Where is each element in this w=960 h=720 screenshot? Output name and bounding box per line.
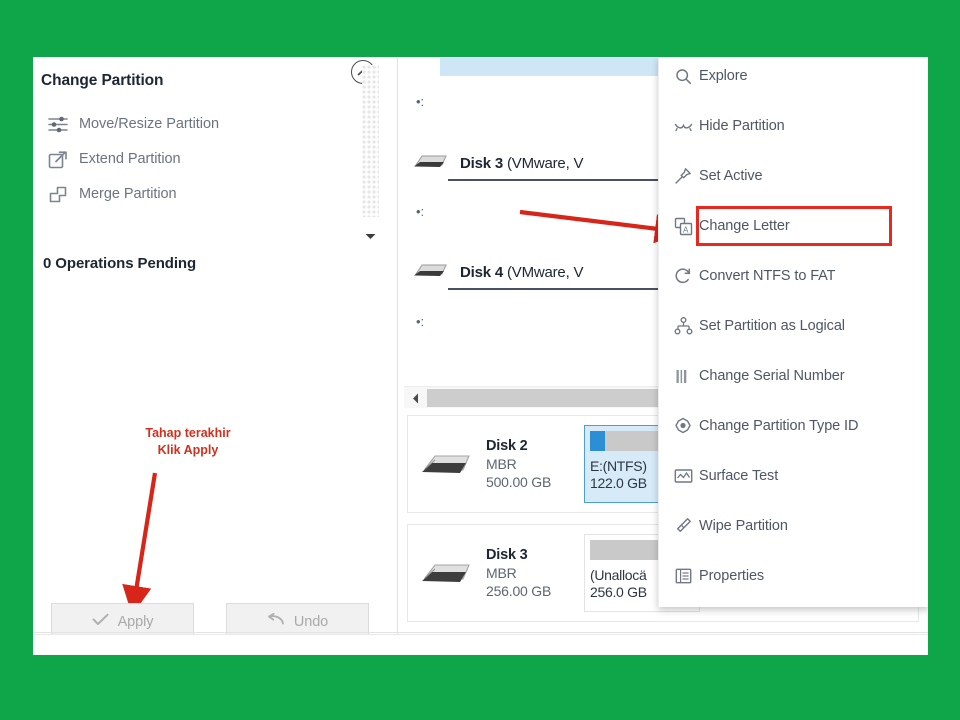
eraser-icon xyxy=(667,517,699,535)
chevron-down-icon[interactable] xyxy=(362,229,379,243)
disk-card-size: 500.00 GB xyxy=(486,474,552,490)
sidebar-scrollbar[interactable] xyxy=(362,65,379,217)
red-arrow-down-icon xyxy=(122,472,158,616)
menu-item-label: Convert NTFS to FAT xyxy=(699,268,836,284)
partition-context-menu: Explore Hide Partition Set Active A Chan… xyxy=(658,57,928,607)
menu-item-label: Hide Partition xyxy=(699,118,785,134)
disk-card-scheme: MBR xyxy=(486,565,517,581)
change-partition-section-header[interactable]: Change Partition xyxy=(41,66,386,96)
change-letter-icon: A xyxy=(667,217,699,236)
gear-badge-icon xyxy=(667,417,699,435)
svg-text:A: A xyxy=(683,225,689,234)
menu-item-surface-test[interactable]: Surface Test xyxy=(667,459,923,493)
sidebar-item-label: Extend Partition xyxy=(79,151,181,167)
menu-item-wipe-partition[interactable]: Wipe Partition xyxy=(667,509,923,543)
sidebar-item-label: Move/Resize Partition xyxy=(79,116,219,132)
annotation-line-2: Klik Apply xyxy=(157,443,219,457)
left-sidebar: Change Partition Move/Resize Partition E… xyxy=(33,57,398,655)
partition-usage-fill xyxy=(590,431,605,451)
merge-squares-icon xyxy=(43,181,73,207)
section-title: Change Partition xyxy=(41,72,164,89)
hard-disk-icon xyxy=(408,449,486,479)
sidebar-item-extend-partition[interactable]: Extend Partition xyxy=(43,142,373,176)
annotation-callout: Tahap terakhir Klik Apply xyxy=(73,425,303,459)
hierarchy-icon xyxy=(667,317,699,335)
menu-item-change-serial-number[interactable]: Change Serial Number xyxy=(667,359,923,393)
menu-item-hide-partition[interactable]: Hide Partition xyxy=(667,109,923,143)
undo-arrow-icon xyxy=(267,612,285,631)
extend-arrow-icon xyxy=(43,146,73,172)
disk-card-name: Disk 2 xyxy=(486,438,528,454)
menu-item-set-active[interactable]: Set Active xyxy=(667,159,923,193)
menu-item-properties[interactable]: Properties xyxy=(667,559,923,593)
menu-item-label: Set Partition as Logical xyxy=(699,318,845,334)
disk-card-size: 256.00 GB xyxy=(486,583,552,599)
list-panel-icon xyxy=(667,568,699,584)
clip-marker: •: xyxy=(416,314,425,329)
menu-item-label: Explore xyxy=(699,68,748,84)
status-bar xyxy=(33,634,928,655)
sidebar-item-merge-partition[interactable]: Merge Partition xyxy=(43,177,373,211)
disk-row-label: Disk 3 (VMware, V xyxy=(460,154,584,172)
menu-item-label: Set Active xyxy=(699,168,763,184)
disk-card-scheme: MBR xyxy=(486,456,517,472)
menu-item-set-partition-as-logical[interactable]: Set Partition as Logical xyxy=(667,309,923,343)
triangle-left-icon[interactable] xyxy=(408,391,422,405)
magnifier-icon xyxy=(667,68,699,85)
annotation-line-1: Tahap terakhir xyxy=(145,426,231,440)
disk-card-meta: Disk 3 MBR 256.00 GB xyxy=(486,547,584,599)
sidebar-item-move-resize-partition[interactable]: Move/Resize Partition xyxy=(43,107,373,141)
checkmark-icon xyxy=(92,613,109,631)
partition-manager-window: Change Partition Move/Resize Partition E… xyxy=(33,57,928,655)
menu-item-label: Change Letter xyxy=(699,218,790,234)
clip-marker: •: xyxy=(416,204,425,219)
apply-button-label: Apply xyxy=(117,614,154,630)
menu-item-label: Wipe Partition xyxy=(699,518,788,534)
operations-pending-label: 0 Operations Pending xyxy=(43,255,197,272)
hard-disk-icon xyxy=(412,260,460,285)
disk-row-label: Disk 4 (VMware, V xyxy=(460,263,584,281)
menu-item-change-letter[interactable]: A Change Letter xyxy=(667,209,923,243)
menu-item-label: Surface Test xyxy=(699,468,779,484)
barcode-icon xyxy=(667,369,699,384)
menu-item-change-partition-type-id[interactable]: Change Partition Type ID xyxy=(667,409,923,443)
status-divider xyxy=(33,632,928,633)
menu-item-explore[interactable]: Explore xyxy=(667,59,923,93)
hard-disk-icon xyxy=(408,558,486,588)
menu-item-convert-ntfs-to-fat[interactable]: Convert NTFS to FAT xyxy=(667,259,923,293)
pin-icon xyxy=(667,167,699,185)
hard-disk-icon xyxy=(412,151,460,176)
clip-marker: •: xyxy=(416,94,425,109)
chart-frame-icon xyxy=(667,468,699,484)
menu-item-label: Properties xyxy=(699,568,765,584)
disk-card-meta: Disk 2 MBR 500.00 GB xyxy=(486,438,584,490)
sliders-icon xyxy=(43,111,73,137)
sidebar-item-label: Merge Partition xyxy=(79,186,177,202)
convert-refresh-icon xyxy=(667,267,699,285)
menu-item-label: Change Partition Type ID xyxy=(699,418,859,434)
undo-button-label: Undo xyxy=(293,614,329,630)
menu-item-label: Change Serial Number xyxy=(699,368,845,384)
disk-card-name: Disk 3 xyxy=(486,547,528,563)
hide-eye-icon xyxy=(667,120,699,132)
